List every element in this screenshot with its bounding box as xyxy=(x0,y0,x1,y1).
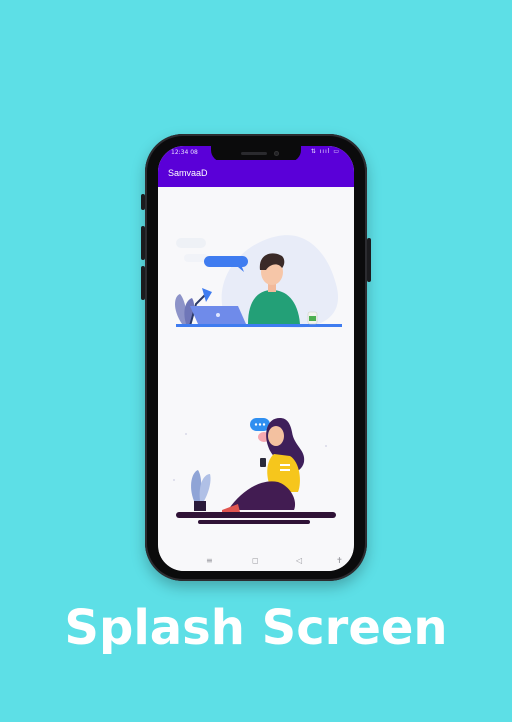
chat-bubble-faded-1 xyxy=(176,238,206,248)
app-title: SamvaaD xyxy=(168,168,208,178)
woman-phone xyxy=(260,458,266,467)
front-camera xyxy=(274,151,279,156)
phone-volume-up xyxy=(141,226,145,260)
home-icon[interactable]: ◻ xyxy=(252,556,259,565)
caption-title: Splash Screen xyxy=(64,600,448,656)
status-time: 12:34 08 xyxy=(171,149,198,156)
phone-frame: 12:34 08 ⇅ ıııl ▭ SamvaaD ≡ ◻ ◁ ✝ xyxy=(141,134,371,581)
phone-power-button xyxy=(367,238,371,282)
navigation-bar: ≡ ◻ ◁ ✝ xyxy=(158,551,354,571)
floor-plant-pot xyxy=(194,501,206,511)
phone-screen: 12:34 08 ⇅ ıııl ▭ SamvaaD ≡ ◻ ◁ ✝ xyxy=(158,146,354,571)
chat-bubble-blue xyxy=(204,256,248,267)
accessibility-icon[interactable]: ✝ xyxy=(336,556,343,565)
status-icons: ⇅ ıııl ▭ xyxy=(310,148,340,155)
back-icon[interactable]: ◁ xyxy=(296,556,302,565)
woman-head xyxy=(268,426,284,446)
phone-volume-down xyxy=(141,266,145,300)
earpiece-speaker xyxy=(241,152,267,155)
app-bar: SamvaaD xyxy=(158,160,354,187)
floor-line xyxy=(176,512,336,518)
desk xyxy=(176,324,342,327)
man-at-laptop-illustration xyxy=(175,235,342,328)
menu-icon[interactable]: ≡ xyxy=(206,556,213,565)
woman-with-phone-illustration xyxy=(173,418,336,524)
phone-side-button xyxy=(141,194,145,210)
